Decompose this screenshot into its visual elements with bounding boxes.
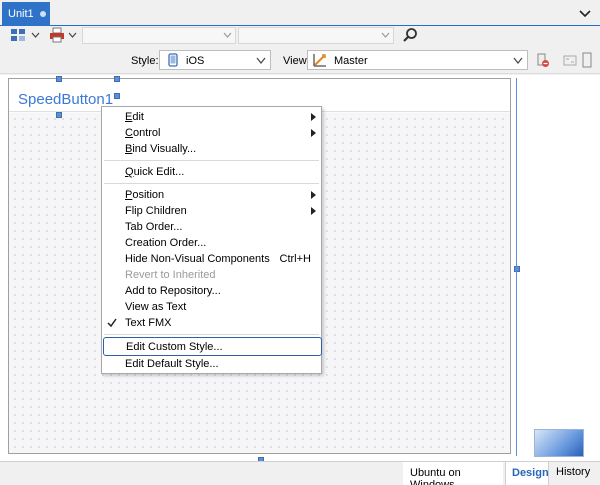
speedbutton-component[interactable]: SpeedButton1 <box>18 91 113 108</box>
remove-view-icon[interactable] <box>536 53 550 68</box>
rotate-view-icon[interactable] <box>563 53 577 68</box>
menu-separator <box>104 160 319 161</box>
menu-item-quick-edit[interactable]: Quick Edit... <box>102 164 321 180</box>
tab-history[interactable]: History <box>556 466 590 478</box>
submenu-arrow-icon <box>311 207 316 215</box>
chevron-down-icon[interactable] <box>68 32 77 38</box>
view-label: View: <box>283 55 310 67</box>
tab-design[interactable]: Design <box>505 462 549 485</box>
menu-item-label: Tab Order... <box>125 221 183 233</box>
menu-item-label: Bind Visually... <box>125 143 197 155</box>
tab-label: Unit1 <box>8 8 34 20</box>
style-value: iOS <box>186 55 205 67</box>
menu-item-label: Edit Custom Style... <box>126 341 223 353</box>
menu-item-edit[interactable]: Edit <box>102 109 321 125</box>
editor-tab-strip: Unit1 <box>0 0 600 26</box>
menu-item-label: Control <box>125 127 161 139</box>
menu-item-text-fmx[interactable]: Text FMX <box>102 315 321 331</box>
toolbar-row-1 <box>0 26 600 46</box>
selection-handle[interactable] <box>514 266 520 272</box>
device-preview-thumbnail[interactable] <box>534 429 584 457</box>
platform-label: Ubuntu on Windows <box>410 467 461 485</box>
chevron-down-icon <box>223 32 232 38</box>
menu-item-label: Position <box>125 189 165 201</box>
component-combo[interactable] <box>82 27 236 44</box>
chevron-down-icon <box>381 32 390 38</box>
component-layout-icon[interactable] <box>10 28 26 42</box>
selection-handle[interactable] <box>56 112 62 118</box>
menu-item-label: Flip Children <box>125 205 187 217</box>
menu-item-label: Creation Order... <box>125 237 207 249</box>
menu-item-creation-order[interactable]: Creation Order... <box>102 235 321 251</box>
style-label: Style: <box>131 55 159 67</box>
chevron-down-icon <box>256 57 266 64</box>
toolbar-row-2: Style: iOS View: Master <box>0 46 600 74</box>
event-combo[interactable] <box>238 27 394 44</box>
menu-item-shortcut: Ctrl+H <box>279 253 311 265</box>
master-view-icon <box>313 54 326 67</box>
submenu-arrow-icon <box>311 129 316 137</box>
menu-item-add-to-repository[interactable]: Add to Repository... <box>102 283 321 299</box>
menu-item-label: Edit <box>125 111 144 123</box>
menu-item-label: Edit Default Style... <box>125 358 219 370</box>
menu-item-label: Revert to Inherited <box>125 269 216 281</box>
platform-indicator[interactable]: Ubuntu on Windows <box>403 462 503 485</box>
menu-item-hide-non-visual[interactable]: Hide Non-Visual Components Ctrl+H <box>102 251 321 267</box>
context-menu: Edit Control Bind Visually... Quick Edit… <box>101 106 322 374</box>
menu-item-view-as-text[interactable]: View as Text <box>102 299 321 315</box>
status-bar: Ubuntu on Windows Design History <box>0 461 600 485</box>
chevron-down-icon[interactable] <box>578 6 592 20</box>
menu-separator <box>104 334 319 335</box>
phone-icon <box>168 53 178 67</box>
tab-unit1[interactable]: Unit1 <box>2 2 50 26</box>
menu-item-flip-children[interactable]: Flip Children <box>102 203 321 219</box>
menu-item-position[interactable]: Position <box>102 187 321 203</box>
selection-handle[interactable] <box>114 93 120 99</box>
menu-item-tab-order[interactable]: Tab Order... <box>102 219 321 235</box>
style-select[interactable]: iOS <box>159 50 271 70</box>
selection-handle[interactable] <box>56 76 62 82</box>
menu-item-label: View as Text <box>125 301 187 313</box>
selection-handle[interactable] <box>114 76 120 82</box>
view-value: Master <box>334 55 368 67</box>
search-icon[interactable] <box>402 27 418 43</box>
chevron-down-icon <box>513 57 523 64</box>
menu-item-label: Quick Edit... <box>125 166 185 178</box>
menu-item-edit-default-style[interactable]: Edit Default Style... <box>102 356 321 372</box>
design-tab-label: Design <box>512 467 549 479</box>
menu-item-label: Text FMX <box>125 317 172 329</box>
menu-separator <box>104 183 319 184</box>
form-boundary-line <box>516 78 517 456</box>
submenu-arrow-icon <box>311 113 316 121</box>
print-icon[interactable] <box>49 27 65 43</box>
chevron-down-icon[interactable] <box>31 32 40 38</box>
view-select[interactable]: Master <box>307 50 528 70</box>
checkmark-icon <box>107 318 117 327</box>
modified-dot-icon <box>40 11 46 17</box>
menu-item-label: Add to Repository... <box>125 285 221 297</box>
menu-item-bind-visually[interactable]: Bind Visually... <box>102 141 321 157</box>
device-view-icon[interactable] <box>582 52 592 68</box>
menu-item-revert-to-inherited: Revert to Inherited <box>102 267 321 283</box>
menu-item-label: Hide Non-Visual Components <box>125 253 270 265</box>
menu-item-control[interactable]: Control <box>102 125 321 141</box>
submenu-arrow-icon <box>311 191 316 199</box>
menu-item-edit-custom-style[interactable]: Edit Custom Style... <box>103 337 322 356</box>
